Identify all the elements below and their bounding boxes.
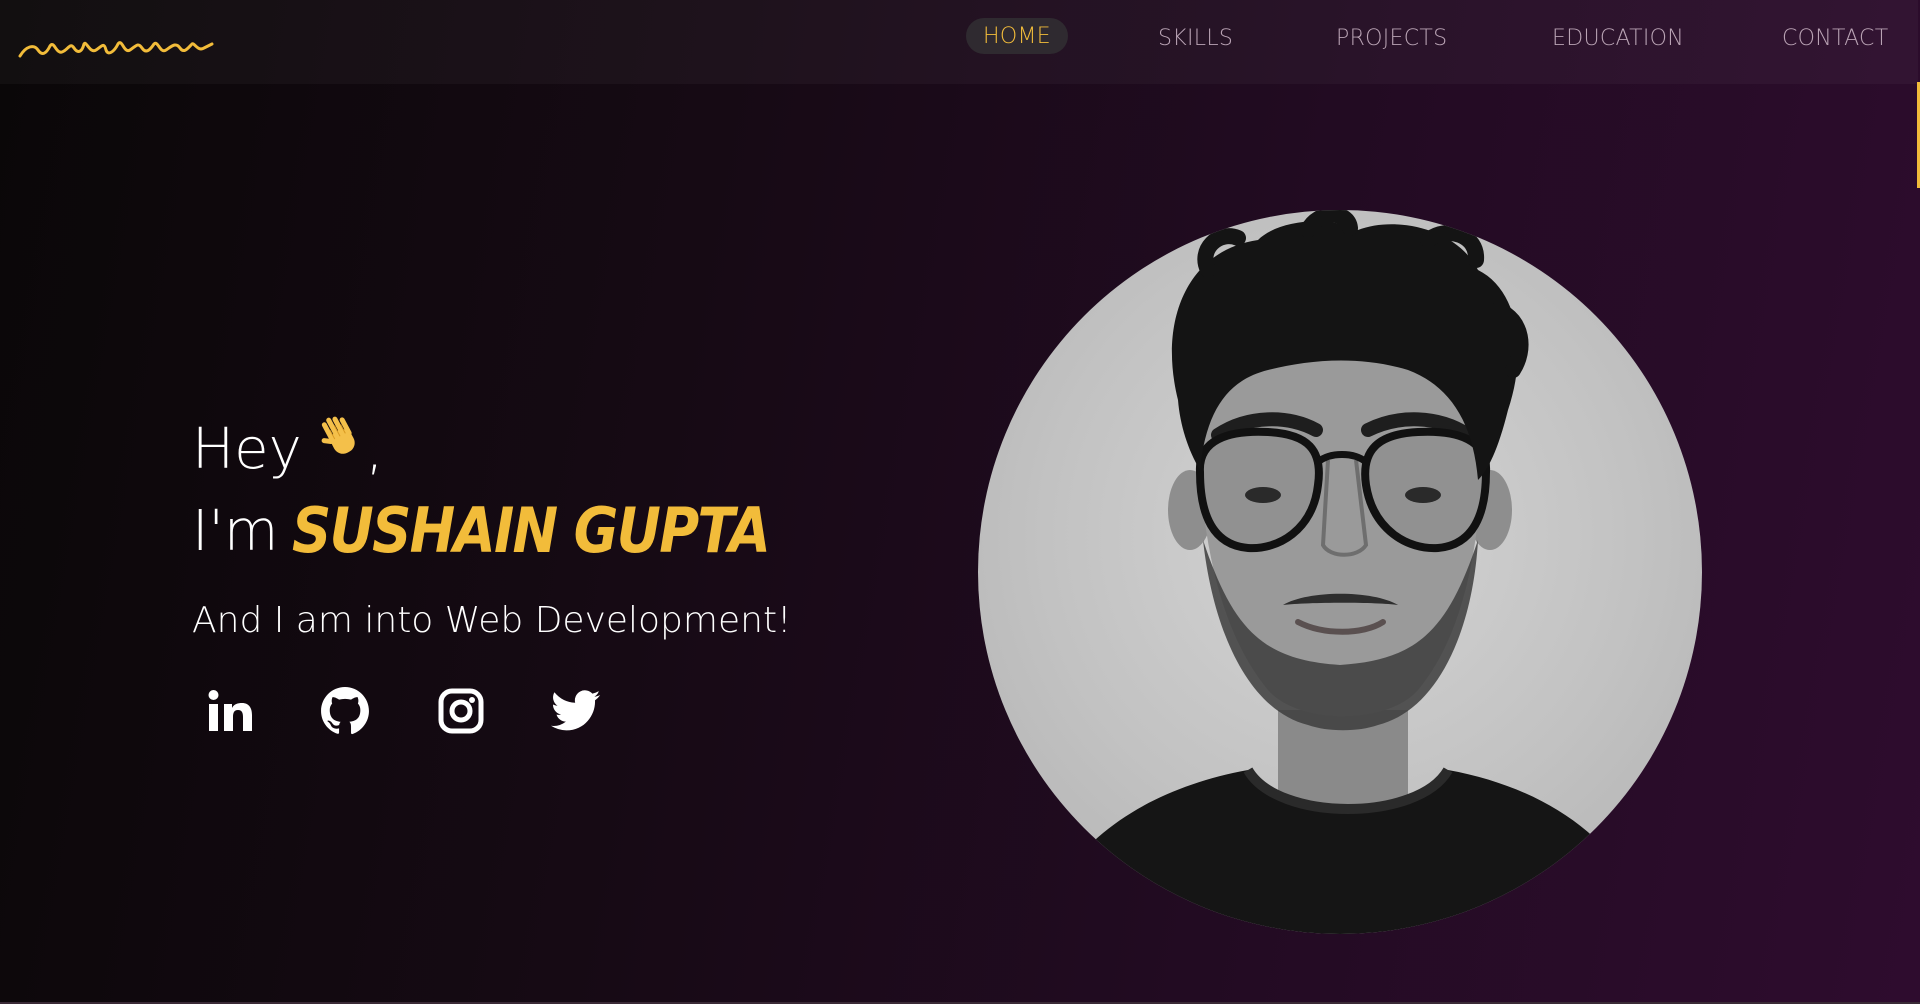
greeting-hey: Hey <box>192 417 302 482</box>
twitter-link[interactable] <box>549 684 603 738</box>
nav-skills[interactable]: SKILLS <box>1158 26 1233 51</box>
instagram-icon <box>438 688 484 734</box>
navbar: HOME SKILLS PROJECTS EDUCATION CONTACT <box>0 0 1918 84</box>
greeting-comma: , <box>365 417 384 482</box>
nav-home[interactable]: HOME <box>966 18 1068 54</box>
profile-photo <box>978 210 1702 934</box>
github-icon <box>321 687 369 735</box>
intro-line: I'm SUSHAIN GUPTA <box>192 500 835 562</box>
linkedin-link[interactable] <box>203 684 257 738</box>
nav-contact[interactable]: CONTACT <box>1782 26 1888 51</box>
instagram-link[interactable] <box>434 684 488 738</box>
hero-tagline: And I am into Web Development! <box>192 600 792 641</box>
nav-projects[interactable]: PROJECTS <box>1336 26 1447 51</box>
waving-hand-icon <box>316 412 366 460</box>
twitter-icon <box>551 690 601 731</box>
hero-name: SUSHAIN GUPTA <box>292 494 771 567</box>
signature-logo[interactable] <box>18 32 214 62</box>
greeting-line: Hey , <box>192 412 384 478</box>
intro-im: I'm <box>192 499 279 564</box>
github-link[interactable] <box>318 684 372 738</box>
linkedin-icon <box>208 690 252 731</box>
nav-education[interactable]: EDUCATION <box>1552 26 1684 51</box>
